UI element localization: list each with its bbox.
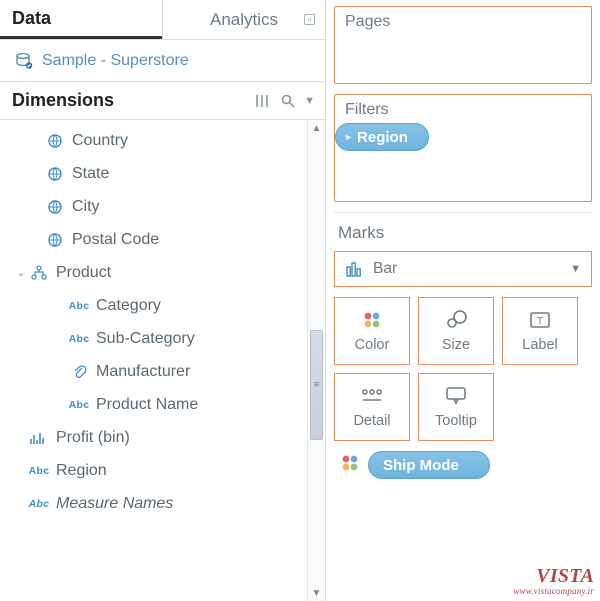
globe-icon [44,232,66,248]
tab-analytics-label: Analytics [210,10,278,30]
field-label: Measure Names [56,495,173,513]
datasource-icon [14,51,34,71]
tab-data-label: Data [12,8,51,29]
field-country[interactable]: Country [0,124,307,157]
dimensions-header: Dimensions ▼ [0,82,325,120]
marks-row-1: Color Size T Label [334,297,592,365]
field-measure-names[interactable]: Abc Measure Names [0,487,307,520]
watermark-brand: VISTA [513,565,594,587]
field-label: Country [72,132,128,150]
color-icon [362,309,382,331]
label-icon: T [529,309,551,331]
filter-pill-region[interactable]: ▸ Region [335,123,429,151]
find-field-icon[interactable] [280,93,296,109]
marks-title: Marks [338,223,592,243]
folder-product[interactable]: ⌄ Product [0,256,307,289]
field-category[interactable]: Abc Category [0,289,307,322]
dimensions-title: Dimensions [12,90,248,111]
detail-icon [361,385,383,407]
marks-card: Marks Bar ▼ Color [334,212,592,479]
bar-icon [345,261,363,277]
field-label: State [72,165,109,183]
dropdown-icon[interactable]: ▼ [570,263,581,275]
field-list: Country State City Postal Code ⌄ [0,120,307,601]
marks-detail-label: Detail [353,413,390,429]
globe-icon [44,133,66,149]
scroll-up-icon[interactable]: ▲ [308,120,325,136]
marks-row-2: Detail Tooltip [334,373,592,441]
dimensions-menu-icon[interactable]: ▼ [304,95,315,107]
marks-size-button[interactable]: Size [418,297,494,365]
marks-tooltip-label: Tooltip [435,413,477,429]
tab-analytics[interactable]: Analytics ∘ [162,0,325,39]
marks-label-button[interactable]: T Label [502,297,578,365]
watermark-url: www.vistacompany.ir [513,587,594,597]
marks-detail-button[interactable]: Detail [334,373,410,441]
field-region[interactable]: Abc Region [0,454,307,487]
field-label: Region [56,462,107,480]
field-sub-category[interactable]: Abc Sub-Category [0,322,307,355]
datasource-row[interactable]: Sample - Superstore [0,40,325,82]
tab-data[interactable]: Data [0,0,162,39]
pages-shelf[interactable]: Pages [334,6,592,84]
field-label: Profit (bin) [56,429,130,447]
filters-shelf[interactable]: Filters ▸ Region [334,94,592,202]
marks-tooltip-button[interactable]: Tooltip [418,373,494,441]
marks-size-label: Size [442,337,470,353]
field-label: Manufacturer [96,363,190,381]
abc-icon: Abc [28,465,50,477]
globe-icon [44,166,66,182]
filters-title: Filters [345,101,581,119]
app-root: Data Analytics ∘ Sample - Superstore Dim… [0,0,600,601]
pill-label: Ship Mode [383,457,459,474]
hierarchy-icon [28,265,50,281]
abc-icon: Abc [28,498,50,510]
marks-color-button[interactable]: Color [334,297,410,365]
collapse-icon[interactable]: ⌄ [14,266,28,279]
field-manufacturer[interactable]: Manufacturer [0,355,307,388]
marks-pill-ship-mode[interactable]: Ship Mode [368,451,490,479]
scroll-thumb[interactable] [310,330,323,440]
marks-color-label: Color [355,337,390,353]
pages-title: Pages [345,13,581,31]
abc-icon: Abc [68,300,90,312]
abc-icon: Abc [68,399,90,411]
tab-options-icon[interactable]: ∘ [304,14,315,25]
tooltip-icon [445,385,467,407]
field-city[interactable]: City [0,190,307,223]
mark-type-label: Bar [373,260,397,278]
field-label: Product [56,264,111,282]
svg-text:T: T [537,316,543,327]
field-scroll: Country State City Postal Code ⌄ [0,120,325,601]
field-label: City [72,198,100,216]
field-postal-code[interactable]: Postal Code [0,223,307,256]
datasource-name: Sample - Superstore [42,52,189,70]
scrollbar[interactable]: ▲ ▼ [307,120,325,601]
field-label: Category [96,297,161,315]
field-label: Sub-Category [96,330,195,348]
size-icon [444,309,468,331]
pill-caret-icon: ▸ [346,132,351,143]
field-label: Product Name [96,396,198,414]
cards-pane: Pages Filters ▸ Region Marks Bar ▼ [326,0,600,601]
marks-label-label: Label [522,337,557,353]
mark-type-select[interactable]: Bar ▼ [334,251,592,287]
paperclip-icon [68,364,90,380]
histogram-icon [28,431,50,445]
color-icon [340,453,360,478]
side-tabs: Data Analytics ∘ [0,0,325,40]
pill-label: Region [357,129,408,146]
field-profit-bin[interactable]: Profit (bin) [0,421,307,454]
field-state[interactable]: State [0,157,307,190]
marks-pill-row: Ship Mode [334,451,592,479]
watermark: VISTA www.vistacompany.ir [513,565,594,597]
globe-icon [44,199,66,215]
view-as-table-icon[interactable] [256,94,272,108]
data-pane: Data Analytics ∘ Sample - Superstore Dim… [0,0,326,601]
abc-icon: Abc [68,333,90,345]
scroll-down-icon[interactable]: ▼ [308,585,325,601]
field-label: Postal Code [72,231,159,249]
field-product-name[interactable]: Abc Product Name [0,388,307,421]
